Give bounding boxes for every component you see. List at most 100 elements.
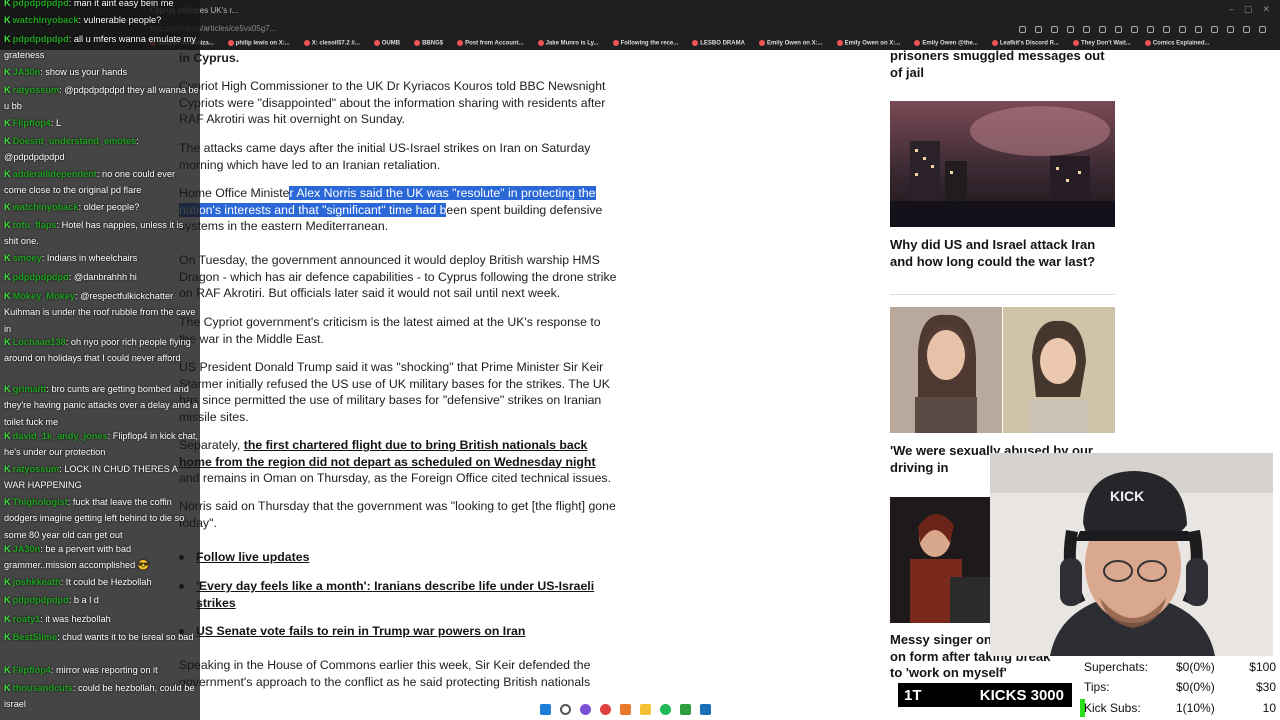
article-paragraph: The attacks came days after the initial …	[179, 141, 591, 172]
chat-username[interactable]: roaty1	[13, 614, 41, 624]
chat-username[interactable]: pdpdpdpdpd	[13, 595, 69, 605]
cap-logo: KICK	[1110, 488, 1144, 504]
steam-icon[interactable]	[700, 703, 711, 715]
xbox-icon[interactable]	[680, 703, 691, 715]
goal-target: $100	[1249, 660, 1276, 674]
extension-icon[interactable]	[1163, 26, 1170, 33]
chat-username[interactable]: Lochaan138	[13, 337, 66, 347]
kicks-banner-count: KICKS 3000	[979, 686, 1064, 704]
article-paragraph: Speaking in the House of Commons earlier…	[179, 658, 591, 689]
app-icon[interactable]	[620, 703, 631, 715]
story-thumbnail[interactable]	[890, 101, 1115, 227]
related-link[interactable]: Follow live updates	[196, 549, 309, 566]
folder-icon[interactable]	[640, 703, 651, 715]
chat-username[interactable]: Flipflop4	[13, 665, 51, 675]
extension-icon[interactable]	[1179, 26, 1186, 33]
chat-username[interactable]: ratyossum	[13, 85, 59, 95]
chat-username[interactable]: Thighologist	[13, 497, 68, 507]
extension-icon[interactable]	[1147, 26, 1154, 33]
search-icon[interactable]	[560, 703, 571, 715]
extension-icon[interactable]	[1211, 26, 1218, 33]
bookmark[interactable]: LESBO DRAMA	[692, 40, 745, 52]
chat-username[interactable]: david_1k_andy_jones	[13, 431, 108, 441]
extension-icon[interactable]	[1099, 26, 1106, 33]
kick-badge-icon: K	[4, 34, 11, 44]
chat-username[interactable]: Flipflop4	[13, 118, 51, 128]
extension-icon[interactable]	[1067, 26, 1074, 33]
bookmark[interactable]: Emily Owen on X:...	[758, 40, 823, 52]
chat-message: Kpdpdpdpdpd: @danbrahhh hi	[4, 269, 200, 285]
windows-start-icon[interactable]	[540, 703, 551, 715]
story-thumbnail[interactable]	[890, 497, 990, 623]
extension-icon[interactable]	[1051, 26, 1058, 33]
chat-username[interactable]: adderallidependent	[13, 169, 97, 179]
related-link[interactable]: US Senate vote fails to rein in Trump wa…	[196, 623, 525, 640]
chat-username[interactable]: joshkkeath	[13, 577, 61, 587]
kick-badge-icon: K	[4, 683, 11, 693]
extension-icon[interactable]	[1131, 26, 1138, 33]
chat-username[interactable]: Mokey_Mokey	[13, 291, 75, 301]
bookmark[interactable]: Following the rece...	[612, 40, 678, 52]
close-icon[interactable]: ✕	[1262, 4, 1270, 15]
kick-badge-icon: K	[4, 665, 11, 675]
kick-badge-icon: K	[4, 497, 11, 507]
article-fragment: in Cyprus.	[179, 51, 240, 65]
extension-icon[interactable]	[1195, 26, 1202, 33]
sidebar-story-title[interactable]: Why did US and Israel attack Iran and ho…	[890, 237, 1115, 270]
bookmark-label: Comics Explained...	[1152, 40, 1210, 47]
extension-icon[interactable]	[1243, 26, 1250, 33]
chat-username[interactable]: Doesnt_understand_emotes	[13, 136, 137, 146]
webcam-feed: KICK	[990, 453, 1273, 656]
chat-message: Kadderallidependent: no one could ever c…	[4, 166, 200, 199]
singer-image	[890, 497, 990, 623]
bookmark-icon	[612, 40, 619, 46]
extension-icon[interactable]	[1227, 26, 1234, 33]
extension-icon[interactable]	[1083, 26, 1090, 33]
article-paragraph: Home Office Minister Alex Norris said th…	[179, 185, 619, 235]
goal-label: Kick Subs:	[1084, 701, 1141, 715]
chat-username[interactable]: pdpdpdpdpd	[13, 34, 69, 44]
chat-username[interactable]: tofu_flaps	[13, 220, 57, 230]
bookmark-label: BBNG$	[422, 40, 444, 47]
chat-username[interactable]: ratyossum	[13, 464, 59, 474]
kick-badge-icon: K	[4, 15, 11, 25]
chat-message: K JA30n: be a pervert with bad grammer..m…	[4, 541, 200, 574]
extension-icon[interactable]	[1035, 26, 1042, 33]
app-icon[interactable]	[580, 703, 591, 715]
chat-username[interactable]: thousandcuts	[13, 683, 73, 693]
sidebar-story-title[interactable]: prisoners smuggled messages out of jail	[890, 48, 1115, 81]
chat-username[interactable]: grimaltt	[13, 384, 47, 394]
extension-icon[interactable]	[1019, 26, 1026, 33]
chat-username[interactable]: watchinyoback	[13, 202, 79, 212]
goal-target: $30	[1255, 680, 1276, 694]
chat-username[interactable]: pdpdpdpdpd	[13, 0, 69, 8]
spotify-icon[interactable]	[660, 703, 671, 715]
bookmark-label: They Don't Wait...	[1080, 40, 1131, 47]
bookmark-icon	[914, 40, 921, 46]
chat-message: Kthousandcuts: could be hezbollah, could…	[4, 680, 200, 713]
related-link[interactable]: 'Every day feels like a month': Iranians…	[196, 578, 601, 611]
bookmark[interactable]: Comics Explained...	[1144, 40, 1210, 52]
streamer-webcam-image: KICK	[990, 453, 1273, 656]
extension-icon[interactable]	[1259, 26, 1266, 33]
bookmark-label: Emily Owen on X:...	[766, 40, 823, 47]
extension-icon[interactable]	[1115, 26, 1122, 33]
app-icon[interactable]	[600, 703, 611, 715]
story-thumbnail[interactable]	[890, 307, 1115, 433]
chat-message: Kpdpdpdpdpd: b a l d	[4, 592, 200, 608]
minimize-icon[interactable]: –	[1229, 4, 1234, 15]
chat-username[interactable]: JA30n	[13, 544, 41, 554]
maximize-icon[interactable]: ▢	[1244, 4, 1253, 15]
chat-text: man it aint easy bein me	[73, 0, 174, 8]
chat-message: K JA30n: show us your hands	[4, 64, 200, 80]
chat-username[interactable]: watchinyoback	[13, 15, 79, 25]
kick-badge-icon: K	[4, 253, 11, 263]
bookmark-icon	[836, 40, 843, 46]
goal-value: $0(0%)	[1176, 680, 1215, 694]
kick-badge-icon: K	[4, 202, 11, 212]
chat-text: it was hezbollah	[45, 614, 111, 624]
chat-username[interactable]: JA30n	[13, 67, 41, 77]
chat-username[interactable]: BestSlime	[13, 632, 57, 642]
chat-username[interactable]: pdpdpdpdpd	[13, 272, 69, 282]
chat-username[interactable]: smoey	[13, 253, 42, 263]
